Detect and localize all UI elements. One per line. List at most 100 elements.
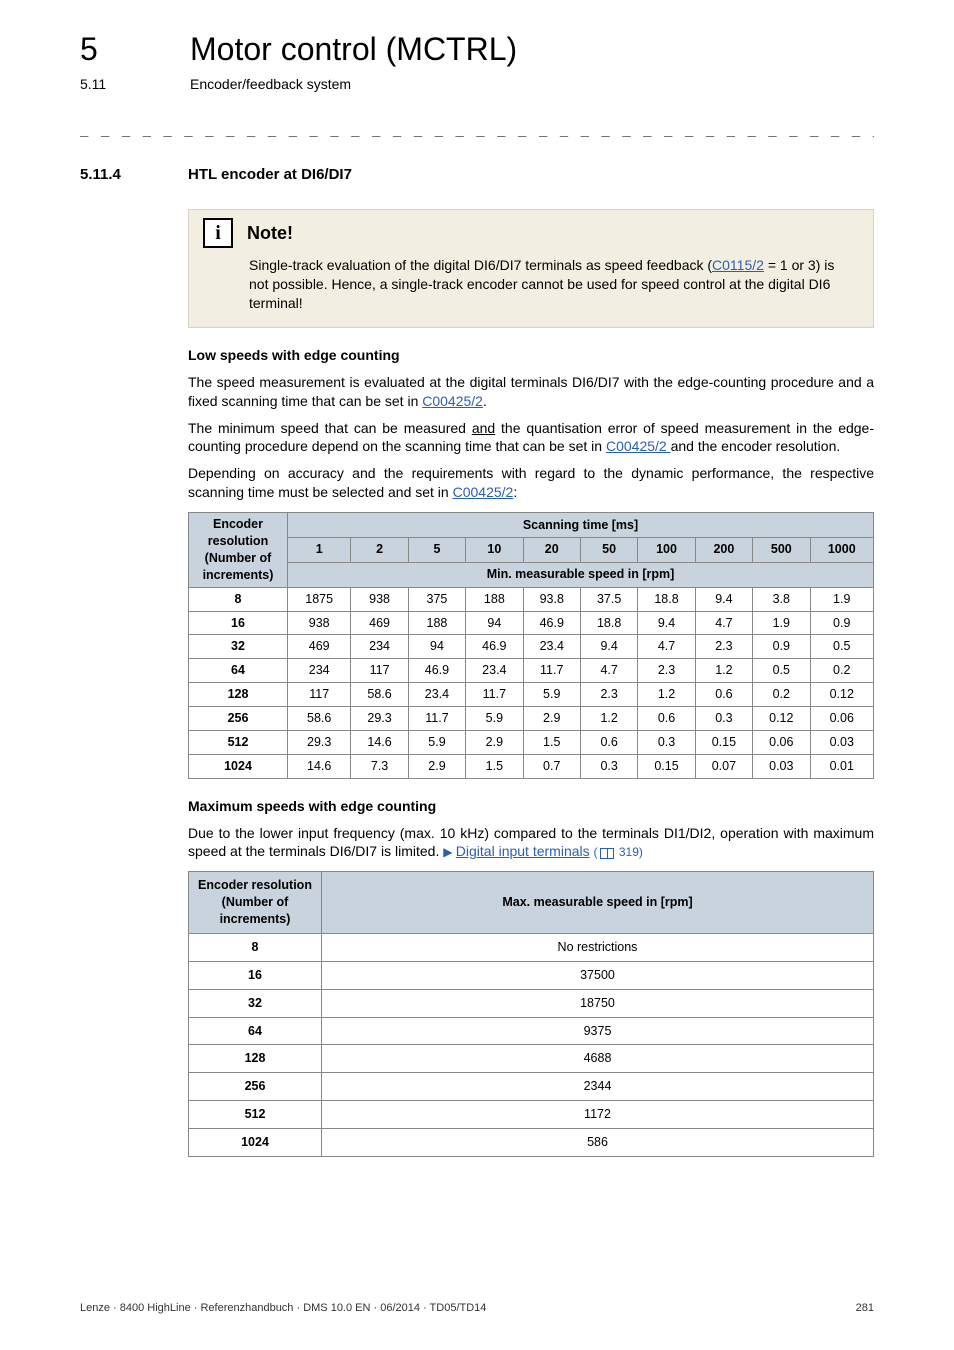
table-cell: 4.7 [638,635,695,659]
table-header: Max. measurable speed in [rpm] [322,872,874,934]
table-cell: 46.9 [408,659,465,683]
table-cell: 18.8 [580,611,637,635]
link-c00425-2[interactable]: C00425/2 [422,393,483,409]
text: Depending on accuracy and the requiremen… [188,465,874,500]
table-cell: 1.2 [580,707,637,731]
table-cell: 0.12 [753,707,810,731]
table-cell: 93.8 [523,587,580,611]
table-row-header: 8 [189,933,322,961]
table-cell: 94 [466,611,523,635]
link-c00425-2[interactable]: C00425/2 [453,484,514,500]
table-cell: 0.3 [580,754,637,778]
table-header: 10 [466,537,523,562]
table-row-header: 16 [189,961,322,989]
table-header: Encoder resolution (Number of increments… [189,872,322,934]
table-cell: 188 [408,611,465,635]
table-cell: 46.9 [523,611,580,635]
table-cell: 23.4 [523,635,580,659]
table-cell: 1.2 [695,659,752,683]
paragraph: Due to the lower input frequency (max. 1… [188,824,874,862]
table-cell: 5.9 [523,683,580,707]
table-cell: 4688 [322,1045,874,1073]
note-text-pre: Single-track evaluation of the digital D… [249,257,712,273]
table-cell: 4.7 [580,659,637,683]
table-cell: 94 [408,635,465,659]
text: : [513,484,517,500]
paragraph: Depending on accuracy and the requiremen… [188,464,874,502]
table-header: 50 [580,537,637,562]
table-cell: 0.2 [753,683,810,707]
table-cell: 469 [351,611,408,635]
table-cell: 2.3 [695,635,752,659]
table-cell: 234 [351,635,408,659]
table-row-header: 512 [189,730,288,754]
heading-low-speeds: Low speeds with edge counting [188,346,874,365]
table-row-header: 1024 [189,754,288,778]
table-cell: 0.3 [638,730,695,754]
table-cell: 0.6 [695,683,752,707]
table-cell: 0.15 [695,730,752,754]
table-cell: 9.4 [695,587,752,611]
table-cell: 2.3 [638,659,695,683]
subchapter-number: 5.11 [80,75,150,94]
table-cell: 18750 [322,989,874,1017]
note-box: i Note! Single-track evaluation of the d… [188,209,874,328]
table-cell: 2.3 [580,683,637,707]
table-cell: 18.8 [638,587,695,611]
table-header: 100 [638,537,695,562]
table-cell: 234 [288,659,351,683]
table-header: 1 [288,537,351,562]
table-cell: 23.4 [466,659,523,683]
table-cell: 58.6 [351,683,408,707]
table-row-header: 128 [189,683,288,707]
table-cell: 3.8 [753,587,810,611]
book-icon [600,848,614,859]
table-cell: 0.06 [753,730,810,754]
table-cell: 2.9 [466,730,523,754]
table-cell: 0.01 [810,754,874,778]
link-c00425-2[interactable]: C00425/2 [606,438,671,454]
table-cell: 1875 [288,587,351,611]
page-reference: ( 319) [594,845,643,859]
table-cell: 0.12 [810,683,874,707]
link-digital-input-terminals[interactable]: Digital input terminals [456,843,590,859]
table-cell: 0.6 [580,730,637,754]
table-row-header: 256 [189,707,288,731]
table-cell: 9375 [322,1017,874,1045]
table-row-header: 32 [189,635,288,659]
table-cell: 0.2 [810,659,874,683]
table-cell: 0.07 [695,754,752,778]
table-cell: 938 [288,611,351,635]
table-cell: 0.06 [810,707,874,731]
table-header: 500 [753,537,810,562]
max-speed-table: Encoder resolution (Number of increments… [188,871,874,1157]
divider-line: _ _ _ _ _ _ _ _ _ _ _ _ _ _ _ _ _ _ _ _ … [80,120,874,139]
table-cell: 0.6 [638,707,695,731]
table-sub-header: Min. measurable speed in [rpm] [288,562,874,587]
table-cell: 0.9 [810,611,874,635]
note-body: Single-track evaluation of the digital D… [189,252,873,327]
table-cell: 938 [351,587,408,611]
table-cell: 14.6 [351,730,408,754]
table-cell: 5.9 [408,730,465,754]
table-cell: 0.15 [638,754,695,778]
table-cell: 37.5 [580,587,637,611]
table-cell: 7.3 [351,754,408,778]
table-row-header: 1024 [189,1129,322,1157]
table-cell: 0.3 [695,707,752,731]
table-cell: 5.9 [466,707,523,731]
table-cell: 37500 [322,961,874,989]
table-cell: 0.03 [753,754,810,778]
section-number: 5.11.4 [80,165,164,185]
paragraph: The minimum speed that can be measured a… [188,419,874,457]
table-cell: 0.5 [753,659,810,683]
chapter-number: 5 [80,28,150,71]
table-row-header: 8 [189,587,288,611]
table-cell: 23.4 [408,683,465,707]
table-cell: 46.9 [466,635,523,659]
table-header: Encoder resolution (Number of increments… [189,513,288,588]
table-row-header: 32 [189,989,322,1017]
link-c0115-2[interactable]: C0115/2 [712,257,764,273]
chapter-title: Motor control (MCTRL) [190,28,517,71]
table-row-header: 256 [189,1073,322,1101]
